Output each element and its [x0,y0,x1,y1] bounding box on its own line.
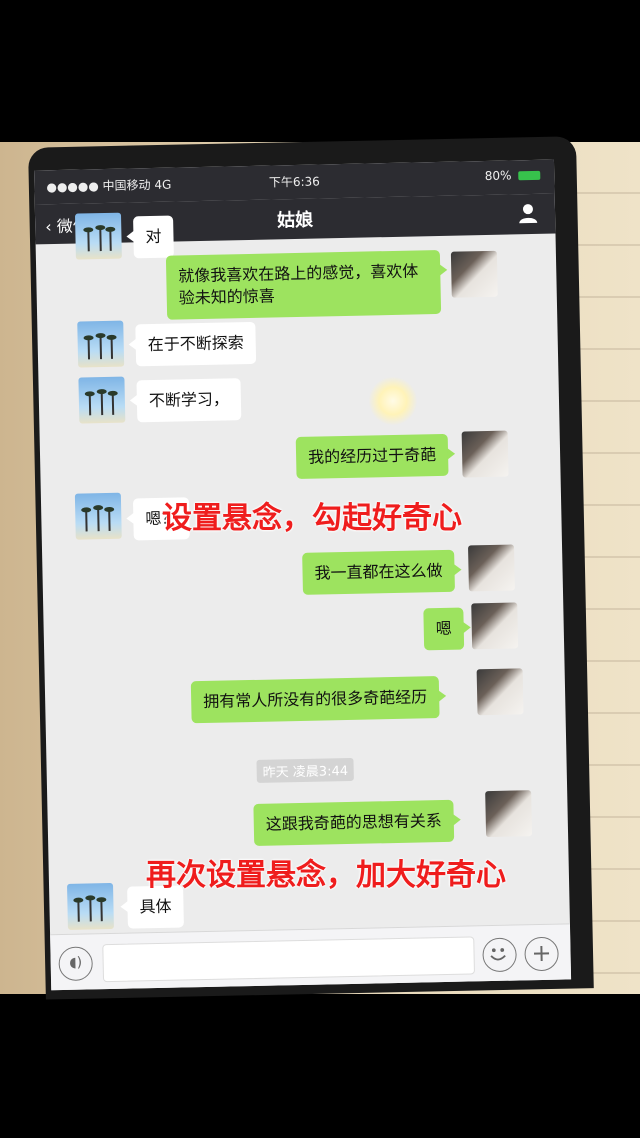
message-bubble[interactable]: 我的经历过于奇葩 [295,433,449,480]
chat-area[interactable]: 对 就像我喜欢在路上的感觉，喜欢体验未知的惊喜 在于不断探索 不断学习， 我的经… [36,212,570,935]
battery-label: 80% [484,168,512,184]
message-bubble[interactable]: 对 [133,215,174,259]
clock: 下午6:36 [268,174,320,190]
emoji-button[interactable] [482,937,517,973]
annotation-caption: 再次设置悬念，加大好奇心 [146,858,506,893]
input-bar: ◖) + [50,923,572,991]
contact-avatar[interactable] [77,320,125,368]
emoji-icon [490,948,506,961]
contact-avatar[interactable] [67,882,114,930]
my-avatar[interactable] [485,790,533,838]
my-avatar[interactable] [471,602,519,650]
my-avatar[interactable] [468,544,515,592]
message-bubble[interactable]: 这跟我奇葩的思想有关系 [253,799,455,846]
more-options-button[interactable]: + [524,936,559,972]
contact-avatar[interactable] [78,376,126,424]
my-avatar[interactable] [450,250,498,298]
chat-timestamp: 昨天 凌晨3:44 [256,757,355,783]
message-input[interactable] [102,936,475,983]
battery-icon [518,170,541,181]
message-bubble[interactable]: 拥有常人所没有的很多奇葩经历 [190,676,440,724]
contact-avatar[interactable] [74,492,122,540]
message-bubble[interactable]: 我一直都在这么做 [302,549,455,595]
voice-icon: ◖) [69,954,83,971]
annotation-caption: 设置悬念，勾起好奇心 [162,501,462,536]
my-avatar[interactable] [476,668,524,716]
voice-input-button[interactable]: ◖) [58,946,94,982]
my-avatar[interactable] [461,430,509,478]
contact-profile-icon[interactable] [517,202,539,224]
message-bubble[interactable]: 嗯 [423,607,465,651]
message-bubble[interactable]: 就像我喜欢在路上的感觉，喜欢体验未知的惊喜 [165,249,442,320]
contact-avatar[interactable] [74,212,122,260]
message-bubble[interactable]: 在于不断探索 [135,321,257,367]
plus-icon: + [531,938,552,968]
battery-indicator: 80% [485,168,541,183]
message-bubble[interactable]: 不断学习， [136,378,242,423]
light-glare [368,376,418,426]
